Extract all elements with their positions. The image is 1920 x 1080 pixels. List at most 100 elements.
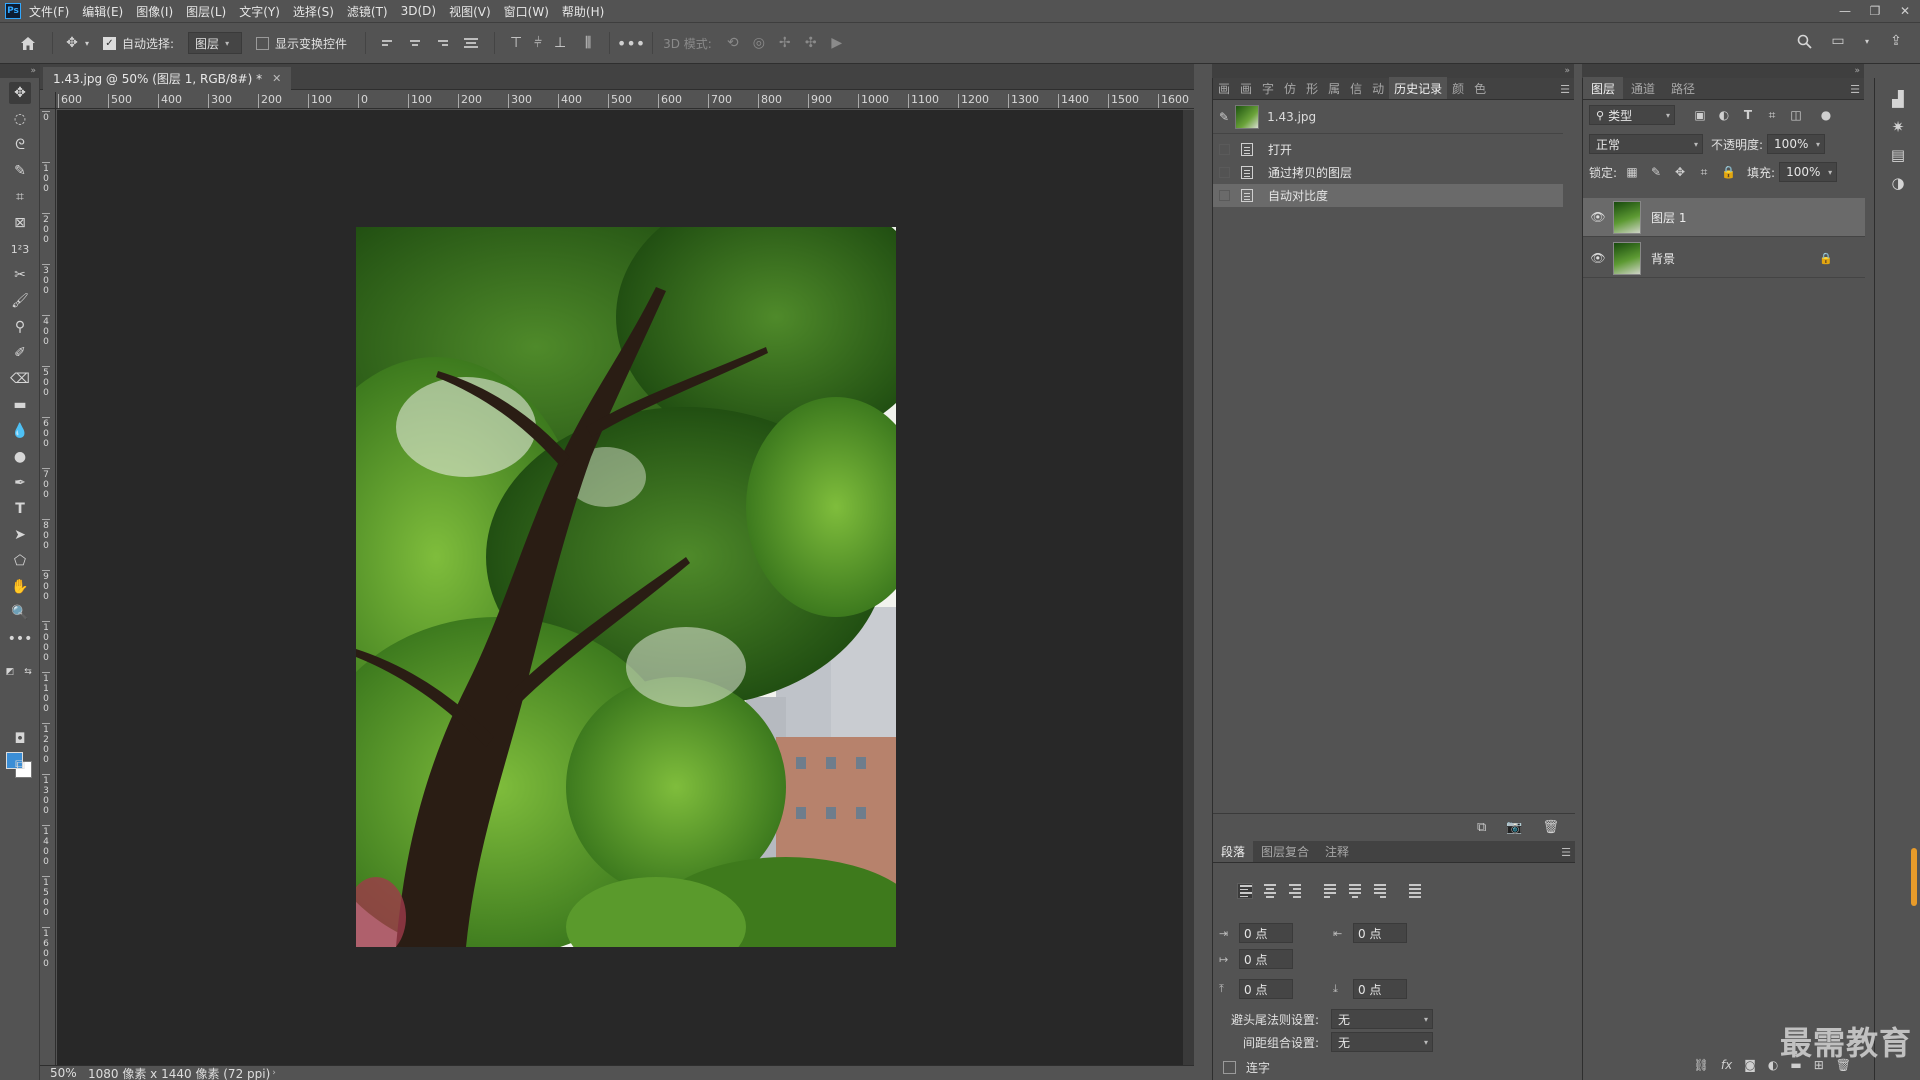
layer-name[interactable]: 背景 bbox=[1651, 250, 1675, 267]
eyedropper-tool-icon[interactable]: 1²3 bbox=[9, 238, 31, 260]
lock-pixels-icon[interactable]: ✎ bbox=[1649, 165, 1663, 179]
kinsoku-select[interactable]: 无 ▾ bbox=[1331, 1009, 1433, 1029]
mojikumi-select[interactable]: 无 ▾ bbox=[1331, 1032, 1433, 1052]
history-source-box[interactable] bbox=[1219, 167, 1230, 178]
space-after-input[interactable]: 0 点 bbox=[1353, 979, 1407, 999]
show-transform-checkbox[interactable] bbox=[256, 36, 270, 50]
delete-icon[interactable]: 🗑 bbox=[1542, 820, 1559, 835]
filter-pixel-icon[interactable]: ▣ bbox=[1693, 108, 1707, 122]
align-left-text-icon[interactable] bbox=[1237, 883, 1253, 899]
tab-color[interactable]: 颜 bbox=[1447, 77, 1469, 99]
filter-toggle-icon[interactable]: ● bbox=[1819, 108, 1833, 122]
lock-artboard-icon[interactable]: ⌗ bbox=[1697, 165, 1711, 180]
3d-slide-icon[interactable]: ✣ bbox=[798, 35, 824, 51]
collapse-icon[interactable]: » bbox=[1564, 66, 1570, 76]
filter-smart-object-icon[interactable]: ◫ bbox=[1789, 108, 1803, 122]
align-right-icon[interactable] bbox=[434, 36, 449, 50]
history-item[interactable]: 通过拷贝的图层 bbox=[1213, 161, 1563, 184]
photoshop-logo-icon[interactable]: Ps bbox=[5, 3, 21, 19]
collapse-icon[interactable]: » bbox=[1854, 66, 1860, 76]
quick-mask-icon[interactable]: ◘ bbox=[9, 728, 31, 750]
3d-roll-icon[interactable]: ◎ bbox=[746, 35, 772, 51]
menu-3d[interactable]: 3D(D) bbox=[401, 4, 436, 18]
pen-tool-icon[interactable]: ✒ bbox=[9, 472, 31, 494]
quick-select-tool-icon[interactable]: ✎ bbox=[9, 160, 31, 182]
distribute-h-icon[interactable] bbox=[464, 36, 479, 50]
marquee-tool-icon[interactable]: ◌ bbox=[9, 108, 31, 130]
tab-channels[interactable]: 通道 bbox=[1623, 77, 1663, 99]
layer-row[interactable]: 👁 背景 🔒 bbox=[1583, 239, 1865, 278]
libraries-icon[interactable]: ▤ bbox=[1887, 144, 1909, 166]
ruler-origin[interactable] bbox=[40, 92, 56, 109]
menu-filter[interactable]: 滤镜(T) bbox=[347, 3, 388, 20]
menu-file[interactable]: 文件(F) bbox=[29, 3, 69, 20]
close-icon[interactable]: ✕ bbox=[1890, 0, 1920, 22]
lock-transparent-icon[interactable]: ▦ bbox=[1625, 165, 1639, 179]
hyphenate-checkbox[interactable] bbox=[1223, 1061, 1236, 1074]
horizontal-ruler[interactable]: 600 500 400 300 200 100 0 100 200 300 400 500 600 700… bbox=[56, 92, 1194, 109]
panel-menu-icon[interactable]: ☰ bbox=[1560, 83, 1570, 96]
workspace-icon[interactable]: ▭ bbox=[1828, 33, 1848, 49]
tab-notes[interactable]: 注释 bbox=[1317, 840, 1357, 862]
history-item[interactable]: 打开 bbox=[1213, 138, 1563, 161]
frame-tool-icon[interactable]: ⊠ bbox=[9, 212, 31, 234]
tab-actions[interactable]: 动 bbox=[1367, 77, 1389, 99]
crop-tool-icon[interactable]: ⌗ bbox=[9, 186, 31, 208]
search-icon[interactable] bbox=[1794, 34, 1814, 49]
align-middle-v-icon[interactable]: ⫩ bbox=[527, 35, 549, 51]
align-center-text-icon[interactable] bbox=[1262, 883, 1278, 899]
histogram-icon[interactable]: ▟ bbox=[1887, 88, 1909, 110]
right-panel-collapse-bar[interactable]: » bbox=[1582, 64, 1864, 78]
new-document-from-state-icon[interactable]: ⧉ bbox=[1477, 820, 1486, 835]
menu-select[interactable]: 选择(S) bbox=[293, 3, 334, 20]
history-brush-source-icon[interactable]: ✎ bbox=[1219, 110, 1229, 124]
menu-type[interactable]: 文字(Y) bbox=[239, 3, 280, 20]
home-icon[interactable] bbox=[14, 36, 42, 51]
swap-colors-icon[interactable]: ⇆ bbox=[22, 666, 34, 678]
layer-name[interactable]: 图层 1 bbox=[1651, 209, 1686, 226]
edit-toolbar-icon[interactable]: ••• bbox=[8, 628, 33, 650]
auto-select-dropdown[interactable]: 图层 ▾ bbox=[188, 32, 243, 54]
opacity-input[interactable]: 100% ▾ bbox=[1767, 134, 1826, 154]
healing-tool-icon[interactable]: ✂ bbox=[9, 264, 31, 286]
history-source-box[interactable] bbox=[1219, 144, 1230, 155]
canvas-area[interactable] bbox=[57, 110, 1193, 1065]
tab-character[interactable]: 字 bbox=[1257, 77, 1279, 99]
canvas-scrollbar[interactable] bbox=[1183, 110, 1194, 1065]
shape-tool-icon[interactable]: ⬠ bbox=[9, 550, 31, 572]
tab-brush-settings[interactable]: 画 bbox=[1235, 77, 1257, 99]
align-right-text-icon[interactable] bbox=[1287, 883, 1303, 899]
tab-brush[interactable]: 画 bbox=[1213, 77, 1235, 99]
justify-all-icon[interactable] bbox=[1407, 883, 1423, 899]
document-image[interactable] bbox=[356, 227, 896, 947]
link-layers-icon[interactable]: ⛓ bbox=[1694, 1058, 1709, 1072]
justify-last-left-icon[interactable] bbox=[1322, 883, 1338, 899]
layer-filter-kind-select[interactable]: ⚲ 类型 ▾ bbox=[1589, 105, 1675, 125]
align-bottom-icon[interactable]: ⊥ bbox=[549, 35, 571, 51]
hand-tool-icon[interactable]: ✋ bbox=[9, 576, 31, 598]
menu-view[interactable]: 视图(V) bbox=[449, 3, 491, 20]
menu-edit[interactable]: 编辑(E) bbox=[82, 3, 123, 20]
menu-help[interactable]: 帮助(H) bbox=[562, 3, 604, 20]
gradient-tool-icon[interactable]: ▬ bbox=[9, 394, 31, 416]
history-item[interactable]: 自动对比度 bbox=[1213, 184, 1563, 207]
chevron-down-icon[interactable]: ▾ bbox=[1862, 37, 1872, 46]
tab-shapes[interactable]: 形 bbox=[1301, 77, 1323, 99]
filter-shape-icon[interactable]: ⌗ bbox=[1765, 108, 1779, 123]
move-tool-icon[interactable]: ✥ bbox=[9, 82, 31, 104]
align-left-icon[interactable] bbox=[382, 36, 396, 50]
stamp-tool-icon[interactable]: ⚲ bbox=[9, 316, 31, 338]
dodge-tool-icon[interactable]: ● bbox=[9, 446, 31, 468]
lock-all-icon[interactable]: 🔒 bbox=[1721, 165, 1736, 179]
add-mask-icon[interactable]: ◙ bbox=[1744, 1058, 1756, 1072]
close-tab-icon[interactable]: ✕ bbox=[272, 72, 281, 85]
fill-input[interactable]: 100% ▾ bbox=[1779, 162, 1838, 182]
tab-swatches[interactable]: 色 bbox=[1469, 77, 1491, 99]
minimize-icon[interactable]: — bbox=[1830, 0, 1860, 22]
history-source-box[interactable] bbox=[1219, 190, 1230, 201]
tab-history[interactable]: 历史记录 bbox=[1389, 77, 1448, 99]
navigator-icon[interactable]: ✷ bbox=[1887, 116, 1909, 138]
filter-adjustment-icon[interactable]: ◐ bbox=[1717, 108, 1731, 122]
3d-orbit-icon[interactable]: ⟲ bbox=[720, 35, 746, 51]
auto-select-checkbox[interactable]: ✓ bbox=[103, 36, 116, 50]
